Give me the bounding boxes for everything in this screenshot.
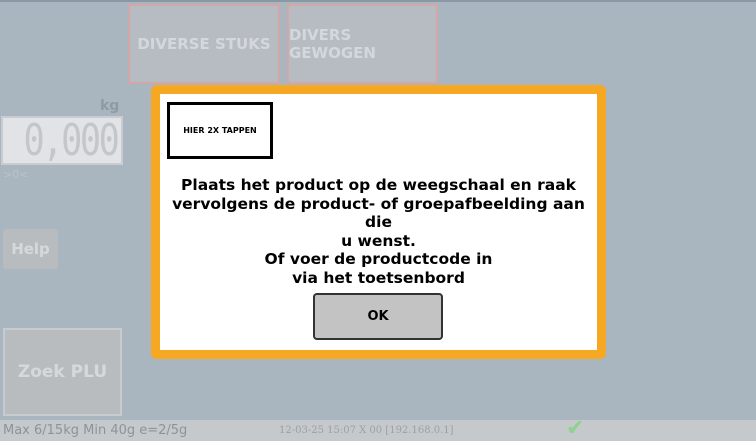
message-dialog: HIER 2X TAPPEN Plaats het product op de … [151,85,606,359]
dialog-body: HIER 2X TAPPEN Plaats het product op de … [160,94,597,350]
scale-capacity-text: Max 6/15kg Min 40g e=2/5g [3,423,188,438]
ok-button[interactable]: OK [313,293,443,340]
weight-display: 0,000 [1,115,123,166]
message-line: Plaats het product op de weegschaal en r… [181,176,576,194]
category-button-diverse-stuks[interactable]: DIVERSE STUKS [128,4,280,84]
message-line: via het toetsenbord [292,268,465,287]
top-border [0,0,756,2]
message-line: vervolgens de product- of groepafbeeldin… [172,194,585,232]
status-info-text: 12-03-25 15:07 X 00 [192.168.0.1] [279,425,454,436]
zoek-plu-button[interactable]: Zoek PLU [3,328,122,416]
zero-indicator: >0< [3,168,29,181]
message-line: u wenst. [341,231,416,250]
weight-unit-label: kg [100,98,120,114]
weight-value: 0,000 [23,115,119,166]
status-bar: Max 6/15kg Min 40g e=2/5g 12-03-25 15:07… [0,416,756,441]
message-line: Of voer de productcode in [264,250,493,268]
checkmark-icon: ✔ [566,416,585,441]
tap-here-box[interactable]: HIER 2X TAPPEN [167,102,273,159]
category-button-divers-gewogen[interactable]: DIVERS GEWOGEN [287,4,438,84]
dialog-message: Plaats het product op de weegschaal en r… [160,176,597,287]
help-button[interactable]: Help [3,229,58,269]
